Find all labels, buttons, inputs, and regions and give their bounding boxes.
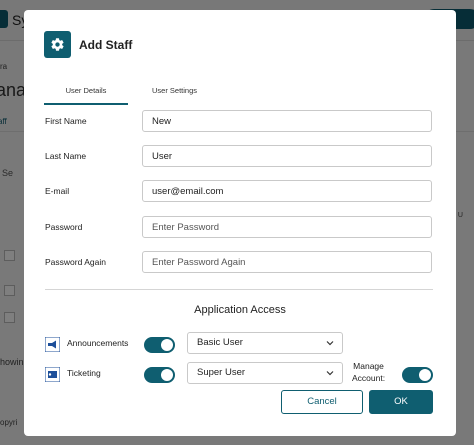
modal-title: Add Staff bbox=[79, 38, 133, 52]
password-again-field[interactable] bbox=[142, 251, 432, 273]
ok-button[interactable]: OK bbox=[369, 390, 433, 414]
announcements-role-select[interactable]: Basic User bbox=[187, 332, 343, 354]
manage-account-line1: Manage bbox=[353, 361, 384, 371]
tab-user-settings[interactable]: User Settings bbox=[152, 86, 197, 95]
chevron-down-icon bbox=[326, 371, 334, 376]
toggle-knob bbox=[419, 369, 431, 381]
first-name-field[interactable] bbox=[142, 110, 432, 132]
ticketing-icon bbox=[44, 366, 61, 383]
password-label: Password bbox=[45, 222, 83, 232]
cancel-button[interactable]: Cancel bbox=[281, 390, 363, 414]
toggle-knob bbox=[161, 339, 173, 351]
password-field[interactable] bbox=[142, 216, 432, 238]
manage-account-label: Manage Account: bbox=[352, 360, 385, 384]
ticketing-role-value: Super User bbox=[197, 367, 246, 378]
gear-icon bbox=[44, 31, 71, 58]
announcements-toggle[interactable] bbox=[144, 337, 175, 353]
application-access-title: Application Access bbox=[194, 304, 286, 316]
app-label-ticketing: Ticketing bbox=[67, 368, 101, 378]
ticketing-role-select[interactable]: Super User bbox=[187, 362, 343, 384]
announcements-role-value: Basic User bbox=[197, 337, 243, 348]
toggle-knob bbox=[161, 369, 173, 381]
tab-user-details[interactable]: User Details bbox=[44, 86, 128, 105]
manage-account-toggle[interactable] bbox=[402, 367, 433, 383]
megaphone-icon bbox=[44, 336, 61, 353]
first-name-label: First Name bbox=[45, 116, 87, 126]
section-divider bbox=[45, 289, 433, 290]
password-again-label: Password Again bbox=[45, 257, 106, 267]
manage-account-line2: Account: bbox=[352, 373, 386, 383]
add-staff-modal: Add Staff User Details User Settings Fir… bbox=[24, 10, 456, 436]
modal-tabs: User Details User Settings bbox=[44, 86, 434, 105]
app-label-announcements: Announcements bbox=[67, 338, 129, 348]
last-name-label: Last Name bbox=[45, 151, 87, 161]
last-name-field[interactable] bbox=[142, 145, 432, 167]
ticketing-toggle[interactable] bbox=[144, 367, 175, 383]
email-label: E-mail bbox=[45, 186, 70, 196]
chevron-down-icon bbox=[326, 341, 334, 346]
email-field[interactable] bbox=[142, 180, 432, 202]
